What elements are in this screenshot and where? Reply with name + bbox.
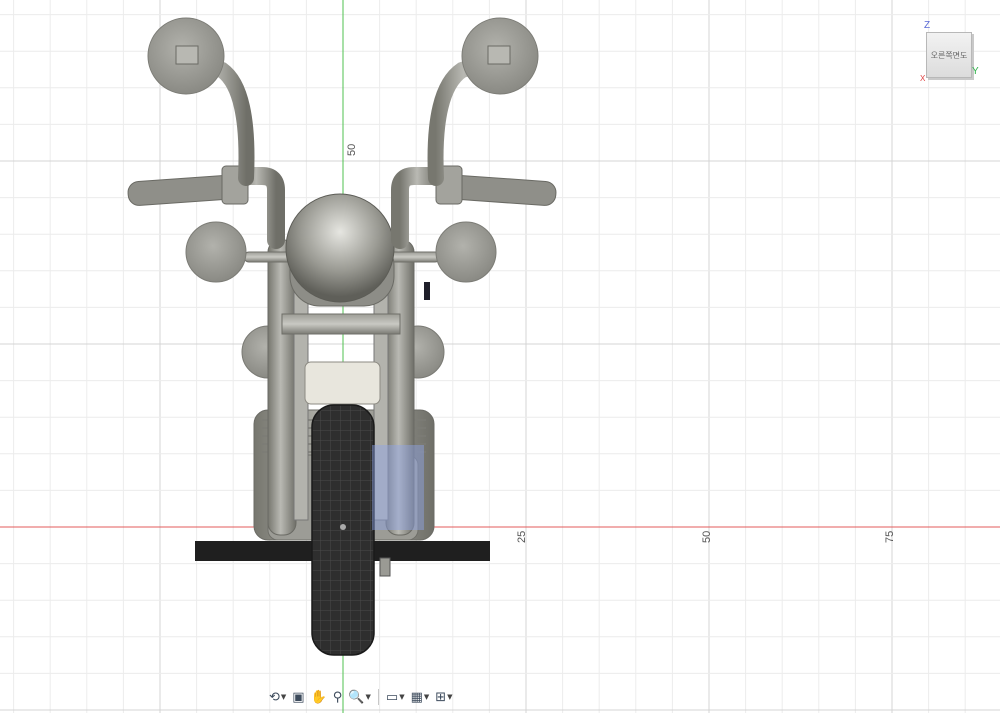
viewports-button[interactable]: ⊞ ▼ <box>434 686 453 708</box>
look-at-icon: ▣ <box>292 689 305 705</box>
left-turn-signal <box>185 221 247 283</box>
look-at-button[interactable]: ▣ <box>291 686 305 708</box>
grid-settings-button[interactable]: ▦ ▼ <box>410 686 431 708</box>
pan-button[interactable]: ✋ <box>310 686 328 708</box>
ruler-label-25: 25 <box>516 531 528 543</box>
left-mirror-mount <box>175 45 199 65</box>
display-settings-icon: ▭ <box>385 689 399 705</box>
zoom-button[interactable]: ⚲ <box>332 686 344 708</box>
display-settings-button[interactable]: ▭ ▼ <box>385 686 406 708</box>
pan-icon: ✋ <box>310 689 327 705</box>
zoom-icon: ⚲ <box>332 689 343 705</box>
ruler-label-75: 75 <box>884 531 896 543</box>
brake-caliper <box>379 557 391 577</box>
view-cube[interactable]: Z 오른쪽면도 Y X <box>918 20 988 90</box>
chevron-down-icon[interactable]: ▼ <box>424 693 429 701</box>
orbit-button[interactable]: ⟲ ▼ <box>268 686 287 708</box>
canvas-viewport[interactable]: 50 25 50 75 <box>0 0 1000 713</box>
grid-settings-icon: ▦ <box>410 689 423 705</box>
chevron-down-icon[interactable]: ▼ <box>447 693 452 701</box>
view-cube-x-label: X <box>920 74 926 83</box>
front-fender <box>304 361 381 405</box>
viewports-icon: ⊞ <box>435 689 447 705</box>
grid <box>0 0 1000 713</box>
fit-button[interactable]: 🔍 ▼ <box>347 686 372 708</box>
lower-crossbar <box>281 313 401 335</box>
chevron-down-icon[interactable]: ▼ <box>399 693 404 701</box>
motorcycle-model[interactable] <box>127 17 557 656</box>
toolbar-separator <box>377 689 379 705</box>
right-turn-signal <box>435 221 497 283</box>
fit-icon: 🔍 <box>348 689 365 705</box>
headlamp <box>285 193 395 303</box>
ruler-label-vertical: 50 <box>346 144 358 156</box>
view-cube-z-label: Z <box>924 20 931 31</box>
orbit-icon: ⟲ <box>269 689 280 705</box>
axle-point <box>340 524 346 530</box>
navigation-toolbar: ⟲ ▼ ▣ ✋ ⚲ 🔍 ▼ ▭ ▼ ▦ ▼ ⊞ ▼ <box>262 684 460 710</box>
right-riser <box>391 167 447 249</box>
ruler-label-50: 50 <box>701 531 713 543</box>
hub-highlight <box>372 445 424 530</box>
view-cube-face[interactable]: 오른쪽면도 <box>926 32 972 78</box>
view-cube-face-label: 오른쪽면도 <box>930 50 968 60</box>
view-cube-y-label: Y <box>972 66 979 77</box>
chevron-down-icon[interactable]: ▼ <box>366 693 371 701</box>
right-mirror-mount <box>487 45 511 65</box>
chevron-down-icon[interactable]: ▼ <box>281 693 286 701</box>
side-part <box>424 282 430 300</box>
